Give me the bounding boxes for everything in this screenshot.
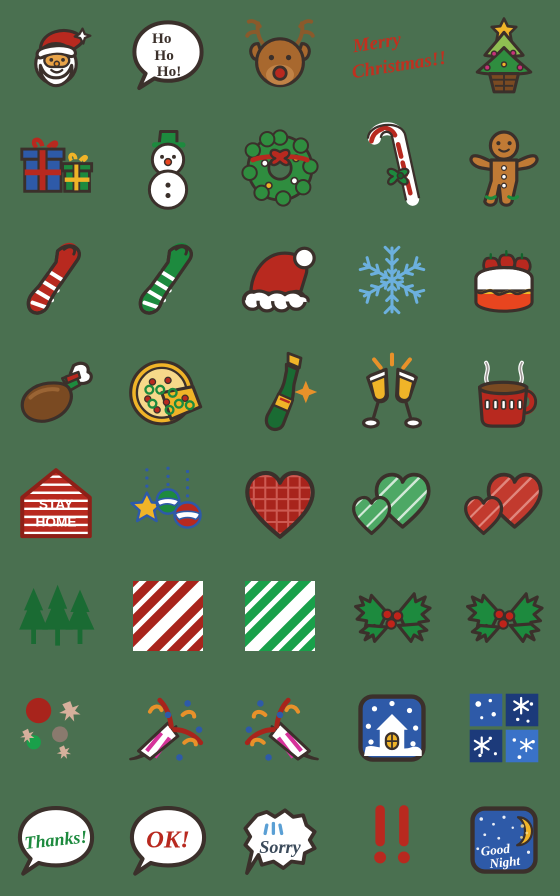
sticker-green-stripe-tile[interactable]: Green and white diagonal stripe square [224, 560, 336, 672]
sticker-ok-bubble[interactable]: OK! [112, 784, 224, 896]
sticker-confetti-dots[interactable]: Scattered confetti dots and stars [0, 672, 112, 784]
sticker-snowman[interactable]: Snowman with green hat [112, 112, 224, 224]
bubble-line-2: Ho [154, 47, 174, 64]
ok-text: OK! [146, 826, 190, 853]
sticker-hot-cocoa-mug[interactable]: Red mug of hot drink with steam [448, 336, 560, 448]
sticker-pizza[interactable]: Pizza with one slice cut [112, 336, 224, 448]
sticker-red-stocking[interactable]: Red striped Christmas stocking [0, 224, 112, 336]
sticker-santa-face[interactable]: Santa Claus face with hat [0, 0, 112, 112]
sticker-stay-home-sign[interactable]: STAY HOME [0, 448, 112, 560]
sticker-champagne-bottle[interactable]: Champagne bottle with sparkle [224, 336, 336, 448]
sticker-pine-trees[interactable]: Three small pine trees [0, 560, 112, 672]
sticker-snowflake[interactable]: Blue snowflake [336, 224, 448, 336]
sticker-green-hearts[interactable]: Two green striped hearts [336, 448, 448, 560]
sticker-merry-christmas-text[interactable]: Merry Christmas!! [336, 0, 448, 112]
sticker-holly-berries-b[interactable]: Holly leaves with red berries [448, 560, 560, 672]
sorry-text: Sorry [259, 837, 301, 857]
sticker-gingerbread-man[interactable]: Gingerbread man cookie [448, 112, 560, 224]
merry-line-1: Merry [350, 29, 403, 58]
bubble-line-3: Ho! [157, 63, 181, 80]
sticker-gift-boxes[interactable]: Two wrapped gift boxes [0, 112, 112, 224]
stay-home-line-2: HOME [36, 515, 77, 530]
emoji-sticker-sheet: Santa Claus face with hat Ho Ho Ho! Rein… [0, 0, 560, 896]
sticker-snowy-house-tile[interactable]: Snow covered house at night [336, 672, 448, 784]
sticker-reindeer-face[interactable]: Reindeer face with antlers [224, 0, 336, 112]
sticker-clinking-glasses[interactable]: Two clinking champagne glasses [336, 336, 448, 448]
sticker-christmas-tree-pot[interactable]: Christmas tree in pot with star [448, 0, 560, 112]
sticker-good-night-tile[interactable]: Good Night [448, 784, 560, 896]
sticker-roast-chicken-leg[interactable]: Roast chicken drumstick [0, 336, 112, 448]
sticker-hanging-ornaments[interactable]: Hanging star and ball ornaments [112, 448, 224, 560]
sticker-thanks-bubble[interactable]: Thanks! [0, 784, 112, 896]
sticker-red-hearts[interactable]: Two red striped hearts [448, 448, 560, 560]
sticker-red-plaid-heart[interactable]: Large red plaid heart [224, 448, 336, 560]
sticker-green-stocking[interactable]: Green striped Christmas stocking [112, 224, 224, 336]
sticker-santa-hat[interactable]: Santa hat [224, 224, 336, 336]
sticker-christmas-wreath[interactable]: Holly wreath with red bow [224, 112, 336, 224]
sticker-sorry-bubble[interactable]: Sorry [224, 784, 336, 896]
sticker-holly-berries-a[interactable]: Holly leaves with red berries [336, 560, 448, 672]
sticker-ho-ho-ho-bubble[interactable]: Ho Ho Ho! [112, 0, 224, 112]
sticker-strawberry-cake[interactable]: Strawberry shortcake [448, 224, 560, 336]
sticker-candy-cane[interactable]: Candy cane with green bow [336, 112, 448, 224]
sticker-party-popper-right[interactable]: Party popper with streamers [224, 672, 336, 784]
sticker-double-exclamation[interactable]: !! [336, 784, 448, 896]
bubble-line-1: Ho [152, 30, 172, 47]
stay-home-line-1: STAY [39, 497, 73, 512]
sticker-red-stripe-tile[interactable]: Red and white diagonal stripe square [112, 560, 224, 672]
sticker-night-window-tile[interactable]: Window with starry night sky [448, 672, 560, 784]
sticker-party-popper-left[interactable]: Party popper with streamers [112, 672, 224, 784]
